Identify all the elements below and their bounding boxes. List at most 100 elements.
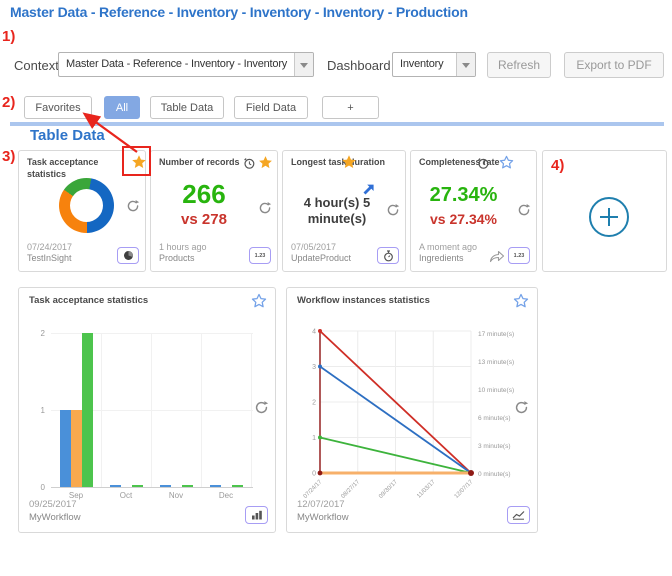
card-footer: A moment ago Ingredients [419, 242, 477, 265]
data-point [318, 436, 322, 440]
dashboard-select-value: Inventory [400, 58, 455, 70]
card-footer: 12/07/2017 MyWorkflow [297, 499, 349, 524]
clock-icon [477, 157, 489, 169]
bar-blue [60, 410, 71, 487]
card-workflow-instances: Workflow instances statistics 4321017 mi… [286, 287, 538, 533]
card-owner: Products [159, 253, 207, 265]
refresh-icon[interactable] [386, 203, 400, 217]
number-format-icon: 1.23 [514, 253, 525, 259]
tab-field-data[interactable]: Field Data [234, 96, 308, 119]
kpi-value: 4 hour(s) 5 minute(s) [291, 195, 383, 226]
card-footer: 1 hours ago Products [159, 242, 207, 265]
right-axis-label: 10 minute(s) [478, 387, 514, 394]
page-title: Master Data - Reference - Inventory - In… [10, 4, 468, 20]
annotation-arrow [75, 108, 145, 156]
card-time: A moment ago [419, 242, 477, 254]
chevron-down-icon[interactable] [456, 53, 475, 76]
x-axis-tick-label: 11/03/17 [416, 479, 437, 500]
favorite-star-icon[interactable] [258, 155, 273, 170]
card-date: 12/07/2017 [297, 499, 349, 511]
y-axis-tick-label: 0 [29, 483, 45, 492]
favorite-star-icon[interactable] [341, 154, 357, 170]
pie-chart-icon [123, 250, 134, 261]
bar-green [182, 485, 193, 487]
x-axis-tick-label: Dec [211, 491, 241, 500]
export-pdf-button[interactable]: Export to PDF [564, 52, 664, 78]
share-arrow-icon[interactable] [489, 250, 505, 263]
right-axis-label: 6 minute(s) [478, 415, 511, 422]
bar-blue [160, 485, 171, 487]
card-completeness-rate: Completeness rate 27.34% vs 27.34% A mom… [410, 150, 537, 272]
y-axis-tick-label: 1 [312, 435, 316, 442]
donut-chart [59, 178, 114, 233]
widget-type-button[interactable] [507, 506, 530, 524]
favorite-star-outline-icon[interactable] [499, 155, 514, 170]
kpi-comparison: vs 27.34% [411, 211, 516, 227]
refresh-icon[interactable] [254, 400, 269, 415]
refresh-icon[interactable] [517, 203, 531, 217]
context-select-value: Master Data - Reference - Inventory - In… [66, 58, 293, 70]
x-axis-tick-label: Nov [161, 491, 191, 500]
bar-blue [210, 485, 221, 487]
card-date: 07/05/2017 [291, 242, 351, 254]
refresh-icon[interactable] [514, 400, 529, 415]
x-axis-tick-label: Oct [111, 491, 141, 500]
card-longest-task-duration: Longest task duration 4 hour(s) 5 minute… [282, 150, 406, 272]
refresh-icon[interactable] [126, 199, 140, 213]
bar-green [82, 333, 93, 487]
clock-icon [243, 157, 255, 169]
card-date: 09/25/2017 [29, 499, 81, 511]
widget-type-button[interactable] [377, 247, 399, 264]
refresh-button[interactable]: Refresh [487, 52, 551, 78]
card-title: Longest task duration [291, 157, 385, 169]
card-add-widget: 4) [542, 150, 667, 272]
x-axis-tick-label: 07/24/17 [303, 479, 324, 500]
annotation-2: 2) [2, 94, 15, 111]
right-axis-label: 13 minute(s) [478, 359, 514, 366]
y-axis-tick-label: 1 [29, 406, 45, 415]
card-date: 07/24/2017 [27, 242, 72, 254]
bar-green [232, 485, 243, 487]
context-select[interactable]: Master Data - Reference - Inventory - In… [58, 52, 314, 77]
card-time: 1 hours ago [159, 242, 207, 254]
data-point [318, 471, 323, 476]
widget-type-button[interactable]: 1.23 [249, 247, 271, 264]
card-title: Number of records [159, 157, 240, 169]
chevron-down-icon[interactable] [294, 53, 313, 76]
dashboard-select[interactable]: Inventory [392, 52, 476, 77]
card-owner: MyWorkflow [29, 512, 81, 524]
refresh-icon[interactable] [258, 201, 272, 215]
tab-table-data[interactable]: Table Data [150, 96, 224, 119]
x-axis-tick-label: 12/07/17 [454, 479, 475, 500]
kpi-value: 27.34% [411, 184, 516, 207]
widget-type-button[interactable] [245, 506, 268, 524]
y-axis-tick-label: 2 [29, 329, 45, 338]
x-axis-tick-label: 09/30/17 [378, 479, 399, 500]
card-task-acceptance-bar: Task acceptance statistics 210SepOctNovD… [18, 287, 276, 533]
annotation-1: 1) [2, 28, 15, 45]
card-footer: 07/05/2017 UpdateProduct [291, 242, 351, 265]
kpi-value: 266 [151, 179, 257, 210]
right-axis-label: 17 minute(s) [478, 331, 514, 338]
bar-blue [110, 485, 121, 487]
right-axis-label: 0 minute(s) [478, 471, 511, 478]
card-title: Task acceptance statistics [27, 157, 103, 180]
context-label: Context [14, 58, 59, 73]
bar-green [132, 485, 143, 487]
card-owner: MyWorkflow [297, 512, 349, 524]
add-widget-button[interactable] [588, 196, 630, 238]
number-format-icon: 1.23 [255, 253, 266, 259]
line-chart-icon [512, 510, 525, 520]
dashboard-label: Dashboard [327, 58, 391, 73]
data-point [318, 329, 322, 333]
donut-hole [70, 189, 103, 222]
widget-type-button[interactable]: 1.23 [508, 247, 530, 264]
card-owner: UpdateProduct [291, 253, 351, 265]
widget-type-button[interactable] [117, 247, 139, 264]
bar-chart: 210SepOctNovDec [19, 288, 275, 532]
y-axis-tick-label: 4 [312, 329, 316, 336]
y-axis-tick-label: 3 [312, 364, 316, 371]
line-chart: 4321017 minute(s)13 minute(s)10 minute(s… [287, 288, 539, 534]
tab-add[interactable]: + [322, 96, 379, 119]
bar-orange [71, 410, 82, 487]
